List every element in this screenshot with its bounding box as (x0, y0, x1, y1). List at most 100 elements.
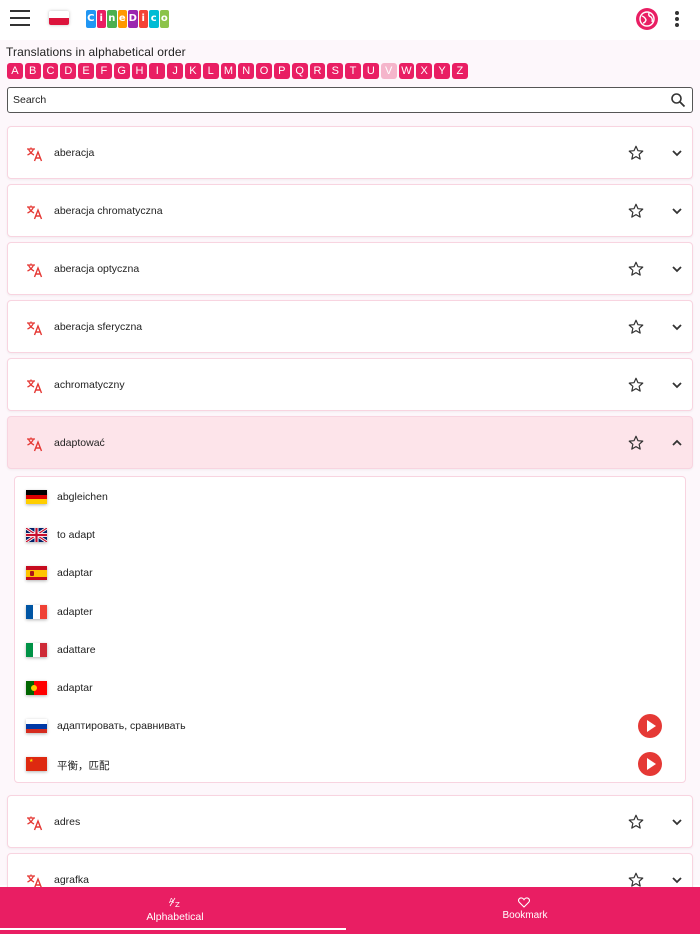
term-label: achromatyczny (54, 379, 125, 391)
star-icon[interactable] (627, 813, 645, 831)
letter-t-button[interactable]: T (345, 63, 361, 79)
letter-z-button[interactable]: Z (451, 63, 468, 79)
translate-icon (26, 261, 44, 279)
translation-row: ★ 平衡，匹配 (15, 745, 685, 783)
term-row[interactable]: adres (7, 795, 693, 848)
search-icon[interactable] (670, 92, 686, 108)
chevron-down-icon[interactable] (670, 873, 684, 887)
translations-panel: abgleichen to adapt adaptar adapter adattare… (14, 476, 686, 783)
translate-icon (26, 145, 44, 163)
more-options-icon[interactable] (674, 11, 680, 29)
letter-r-button[interactable]: R (309, 63, 326, 79)
letter-s-button[interactable]: S (327, 63, 344, 79)
translation-row: abgleichen (15, 478, 685, 516)
menu-icon[interactable] (10, 10, 30, 28)
letter-g-button[interactable]: G (113, 63, 130, 79)
letter-n-button[interactable]: N (238, 63, 255, 79)
chevron-down-icon[interactable] (670, 815, 684, 829)
letter-x-button[interactable]: X (416, 63, 433, 79)
flag-en-icon (26, 528, 47, 543)
chevron-down-icon[interactable] (670, 320, 684, 334)
chevron-up-icon[interactable] (670, 436, 684, 450)
alphabet-index: ABCDEFGHIJKLMNOPQRSTUVWXYZ (7, 63, 468, 79)
nav-alphabetical-label: Alphabetical (146, 911, 204, 923)
chevron-down-icon[interactable] (670, 262, 684, 276)
letter-f-button[interactable]: F (95, 63, 112, 79)
term-row[interactable]: aberacja optyczna (7, 242, 693, 295)
star-icon[interactable] (627, 434, 645, 452)
translation-row: адаптировать, сравнивать (15, 707, 685, 745)
term-label: aberacja optyczna (54, 263, 140, 275)
translation-text: adaptar (57, 567, 93, 580)
star-icon[interactable] (627, 202, 645, 220)
letter-i-button[interactable]: I (149, 63, 166, 79)
nav-alphabetical[interactable]: A Z Alphabetical (0, 887, 350, 934)
term-row[interactable]: aberacja sferyczna (7, 300, 693, 353)
letter-v-button[interactable]: V (380, 63, 397, 79)
letter-w-button[interactable]: W (398, 63, 415, 79)
term-label: adres (54, 816, 81, 828)
letter-h-button[interactable]: H (131, 63, 148, 79)
letter-e-button[interactable]: E (78, 63, 94, 79)
translation-row: adaptar (15, 669, 685, 707)
letter-a-button[interactable]: A (7, 63, 23, 79)
term-label: aberacja (54, 147, 95, 159)
translation-text: adattare (57, 643, 96, 656)
letter-k-button[interactable]: K (184, 63, 201, 79)
chevron-down-icon[interactable] (670, 378, 684, 392)
term-row[interactable]: aberacja chromatyczna (7, 184, 693, 237)
term-row[interactable]: aberacja (7, 126, 693, 179)
flag-de-icon (26, 490, 47, 504)
letter-p-button[interactable]: P (273, 63, 290, 79)
star-icon[interactable] (627, 376, 645, 394)
nav-bookmark[interactable]: Bookmark (350, 887, 700, 934)
flag-es-icon (26, 566, 47, 581)
letter-b-button[interactable]: B (24, 63, 41, 79)
flag-zh-icon: ★ (26, 757, 47, 772)
star-icon[interactable] (627, 144, 645, 162)
letter-u-button[interactable]: U (362, 63, 379, 79)
translation-row: adaptar (15, 554, 685, 592)
logo-letter: n (107, 10, 117, 28)
letter-d-button[interactable]: D (60, 63, 77, 79)
flag-it-icon (26, 642, 47, 657)
letter-q-button[interactable]: Q (291, 63, 308, 79)
star-icon[interactable] (627, 260, 645, 278)
translation-text: abgleichen (57, 491, 108, 503)
globe-icon[interactable] (636, 8, 658, 30)
chevron-down-icon[interactable] (670, 146, 684, 160)
translation-text: adapter (57, 605, 93, 618)
polish-flag-icon[interactable] (49, 11, 69, 25)
play-audio-icon[interactable] (638, 752, 662, 777)
logo-letter: c (149, 10, 159, 28)
search-bar (7, 87, 693, 113)
letter-m-button[interactable]: M (220, 63, 237, 79)
term-row[interactable]: achromatyczny (7, 358, 693, 411)
translation-text: to adapt (57, 529, 95, 542)
svg-text:Z: Z (175, 901, 180, 908)
term-row[interactable]: adaptować (7, 416, 693, 469)
chevron-down-icon[interactable] (670, 204, 684, 218)
search-input[interactable] (13, 92, 653, 108)
bottom-navigation: A Z Alphabetical Bookmark (0, 887, 700, 934)
letter-o-button[interactable]: O (256, 63, 272, 79)
translate-icon (26, 814, 44, 832)
translate-icon (26, 319, 44, 337)
letter-l-button[interactable]: L (202, 63, 219, 79)
active-tab-indicator (0, 928, 346, 930)
logo-letter: C (86, 10, 96, 28)
term-label: aberacja sferyczna (54, 321, 143, 333)
letter-y-button[interactable]: Y (434, 63, 450, 79)
term-label: aberacja chromatyczna (54, 205, 163, 217)
letter-j-button[interactable]: J (167, 63, 183, 79)
translation-row: adattare (15, 631, 685, 669)
letter-c-button[interactable]: C (42, 63, 59, 79)
translation-text: адаптировать, сравнивать (57, 720, 186, 733)
play-audio-icon[interactable] (638, 714, 662, 739)
translate-icon (26, 203, 44, 221)
alphabetical-icon: A Z (169, 895, 183, 909)
star-icon[interactable] (627, 318, 645, 336)
translation-text: adaptar (57, 682, 93, 694)
cinedico-logo: CineDico (86, 10, 169, 28)
logo-letter: e (117, 10, 127, 28)
